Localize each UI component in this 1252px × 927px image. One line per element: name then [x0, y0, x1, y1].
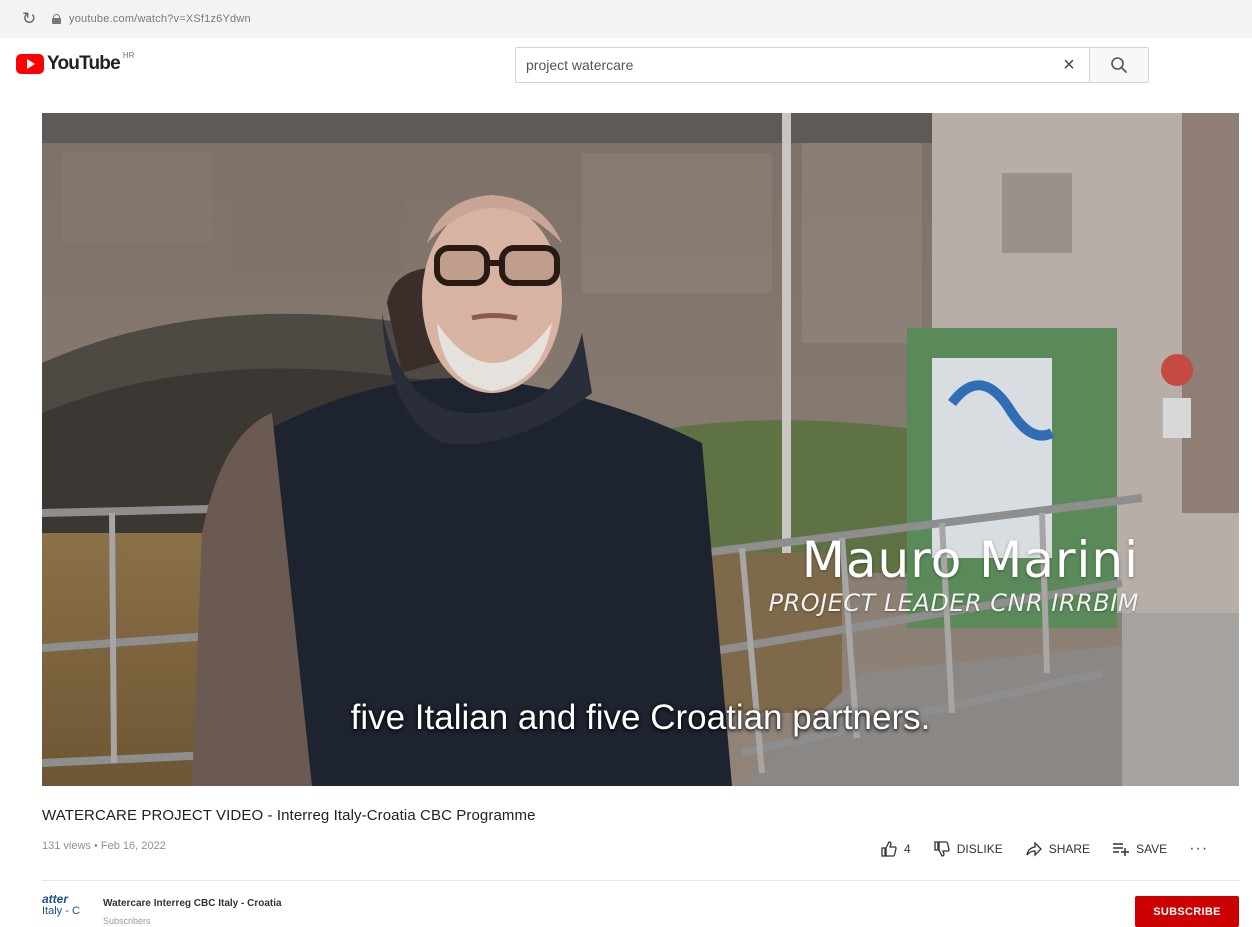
logo-country-code: HR: [122, 50, 135, 60]
youtube-logo-icon: [16, 54, 44, 74]
share-icon: [1026, 841, 1042, 857]
channel-avatar[interactable]: atter Italy - C: [42, 893, 88, 927]
save-icon: [1113, 843, 1130, 856]
search-icon: [1111, 57, 1127, 73]
divider: [42, 880, 1239, 881]
share-button[interactable]: SHARE: [1025, 840, 1090, 858]
save-button[interactable]: SAVE: [1112, 840, 1167, 858]
video-player[interactable]: Mauro Marini PROJECT LEADER CNR IRRBIM f…: [42, 113, 1239, 786]
youtube-logo[interactable]: YouTube HR: [16, 50, 135, 75]
like-icon: [881, 841, 897, 857]
like-button[interactable]: 4: [880, 840, 911, 858]
search-button[interactable]: [1089, 48, 1148, 82]
clear-icon[interactable]: ×: [1049, 48, 1089, 82]
share-label: SHARE: [1048, 842, 1091, 856]
url-text[interactable]: youtube.com/watch?v=XSf1z6Ydwn: [69, 13, 251, 25]
more-icon[interactable]: ···: [1189, 840, 1208, 858]
dislike-label: DISLIKE: [956, 842, 1003, 856]
logo-text: YouTube: [47, 53, 121, 74]
browser-toolbar: ↻ youtube.com/watch?v=XSf1z6Ydwn: [0, 0, 1252, 39]
subscribe-button[interactable]: SUBSCRIBE: [1135, 896, 1239, 927]
save-label: SAVE: [1136, 842, 1168, 856]
lock-icon: [52, 14, 61, 24]
dislike-icon: [934, 841, 950, 857]
lower-third-role: PROJECT LEADER CNR IRRBIM: [768, 589, 1139, 617]
dislike-button[interactable]: DISLIKE: [933, 840, 1003, 858]
lower-third-name: Mauro Marini: [801, 531, 1139, 589]
address-bar[interactable]: youtube.com/watch?v=XSf1z6Ydwn: [52, 7, 1232, 31]
video-meta: 131 views • Feb 16, 2022: [42, 840, 166, 852]
video-actions: 4 DISLIKE SHARE SAVE ···: [880, 840, 1208, 858]
reload-icon[interactable]: ↻: [22, 9, 36, 29]
avatar-line2: Italy - C: [42, 905, 80, 917]
like-count: 4: [904, 842, 911, 856]
search-bar: ×: [515, 47, 1149, 83]
video-title: WATERCARE PROJECT VIDEO - Interreg Italy…: [42, 807, 536, 824]
video-frame: [42, 113, 1239, 786]
avatar-line1: atter: [42, 893, 69, 906]
channel-subscribers: Subscribers: [103, 916, 151, 926]
search-input[interactable]: [516, 48, 1049, 82]
channel-name[interactable]: Watercare Interreg CBC Italy - Croatia: [103, 898, 282, 909]
youtube-header: YouTube HR ×: [0, 38, 1252, 94]
video-subtitle: five Italian and five Croatian partners.: [350, 698, 931, 737]
